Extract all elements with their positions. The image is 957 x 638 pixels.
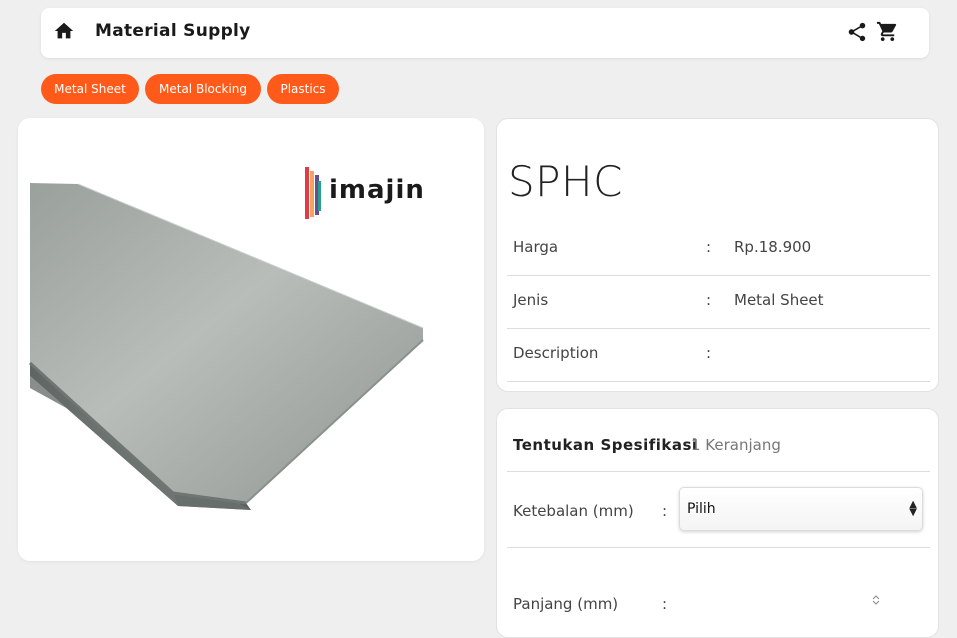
detail-row-description: Description : (507, 329, 930, 382)
product-details-table: Harga : Rp.18.900 Jenis : Metal Sheet De… (507, 223, 930, 382)
chip-metal-sheet[interactable]: Metal Sheet (41, 74, 139, 104)
type-value: Metal Sheet (734, 291, 824, 309)
length-row: Panjang (mm) : (507, 547, 930, 637)
number-stepper-icon[interactable] (871, 593, 881, 607)
chip-plastics[interactable]: Plastics (267, 74, 339, 104)
price-value: Rp.18.900 (734, 238, 812, 256)
spec-title: Tentukan Spesifikasi (513, 436, 698, 454)
product-info-card: SPHC Harga : Rp.18.900 Jenis : Metal She… (496, 118, 939, 392)
spec-header: Tentukan Spesifikasi 1 Keranjang (507, 409, 930, 472)
length-input[interactable] (679, 589, 927, 617)
thickness-selected-value: Pilih (687, 501, 716, 517)
specification-card: Tentukan Spesifikasi 1 Keranjang Ketebal… (496, 408, 939, 638)
detail-label: Harga (513, 238, 559, 256)
product-name: SPHC (508, 157, 623, 206)
detail-label: Jenis (513, 291, 549, 309)
top-app-bar: Material Supply (41, 8, 929, 58)
logo-text: imajin (329, 175, 425, 205)
length-label: Panjang (mm) (513, 595, 619, 613)
thickness-label: Ketebalan (mm) (513, 502, 634, 520)
detail-label: Description (513, 344, 599, 362)
detail-row-price: Harga : Rp.18.900 (507, 223, 930, 276)
length-colon: : (662, 595, 668, 613)
imajin-logo: imajin (303, 163, 433, 223)
select-arrows-icon: ▲ ▼ (909, 499, 917, 518)
detail-row-type: Jenis : Metal Sheet (507, 276, 930, 329)
product-image-card: imajin (18, 118, 484, 561)
share-icon[interactable] (846, 21, 868, 43)
thickness-colon: : (662, 502, 668, 520)
detail-colon: : (706, 291, 712, 309)
detail-colon: : (706, 344, 712, 362)
page-title: Material Supply (95, 21, 251, 41)
logo-mark (305, 167, 321, 219)
chip-metal-blocking[interactable]: Metal Blocking (145, 74, 261, 104)
thickness-select[interactable]: Pilih ▲ ▼ (679, 487, 923, 531)
thickness-row: Ketebalan (mm) : Pilih ▲ ▼ (507, 471, 930, 548)
cart-count: 1 Keranjang (691, 436, 781, 454)
home-icon[interactable] (53, 20, 75, 42)
detail-colon: : (706, 238, 712, 256)
cart-icon[interactable] (876, 20, 899, 43)
